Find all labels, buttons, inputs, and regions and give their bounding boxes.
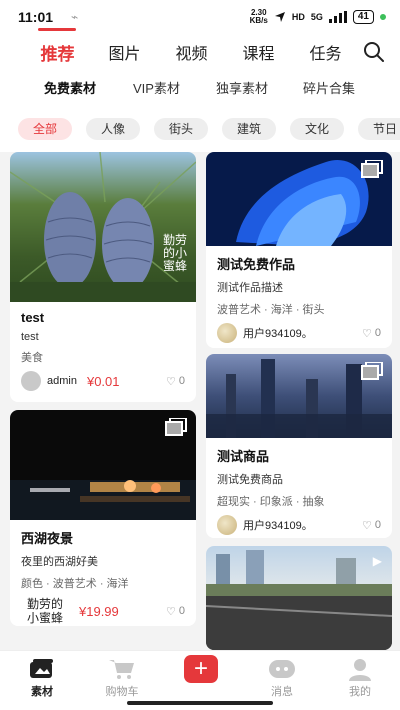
heart-icon: ♡: [362, 519, 372, 532]
card-price: ¥19.99: [79, 603, 119, 619]
signal-icon: [328, 11, 347, 23]
user-name[interactable]: 勤劳的 小蜜蜂: [21, 597, 69, 625]
tab-tasks[interactable]: 任务: [298, 40, 353, 65]
card-image: ▶: [206, 546, 392, 650]
nav-material-label: 素材: [31, 686, 53, 698]
location-icon: [274, 12, 285, 22]
city-skyline-image: [206, 550, 392, 650]
feed-card[interactable]: 西湖夜景 夜里的西湖好美 颜色 · 波普艺术 · 海洋 勤劳的 小蜜蜂 ¥19.…: [10, 410, 196, 626]
nav-profile-label: 我的: [349, 686, 371, 698]
like-button[interactable]: ♡ 0: [362, 327, 381, 340]
hd-icon: HD: [291, 12, 305, 22]
card-desc: test: [21, 331, 39, 343]
content-feed[interactable]: 勤劳的小蜜蜂 test test 美食 admin ¥0.01 ♡ 0 测试免费…: [0, 152, 400, 650]
multi-image-icon: [361, 362, 383, 380]
tab-videos[interactable]: 视频: [164, 40, 219, 65]
chip-architecture[interactable]: 建筑: [222, 118, 276, 140]
feed-card[interactable]: 测试商品 测试免费商品 超现实 · 印象派 · 抽象 用户934109。 ♡ 0: [206, 354, 392, 538]
main-tabs: 推荐 图片 视频 课程 任务: [0, 38, 400, 66]
card-tags: 美食: [21, 352, 43, 364]
card-title: 测试商品: [217, 449, 270, 464]
chip-street[interactable]: 街头: [154, 118, 208, 140]
card-title: test: [21, 310, 45, 325]
chip-portrait[interactable]: 人像: [86, 118, 140, 140]
card-desc: 测试免费商品: [217, 474, 283, 486]
subtab-vip[interactable]: VIP素材: [133, 78, 180, 97]
privacy-dot-icon: [380, 14, 386, 20]
card-title: 测试免费作品: [217, 257, 296, 272]
subtab-fragments[interactable]: 碎片合集: [303, 78, 355, 97]
nav-profile[interactable]: 我的: [330, 657, 390, 699]
card-image: [206, 354, 392, 438]
nav-cart-label: 购物车: [105, 686, 139, 698]
plus-icon: +: [193, 655, 208, 682]
pine-cones-image: [10, 152, 196, 302]
nav-material[interactable]: 素材: [12, 657, 72, 699]
card-tags: 颜色 · 波普艺术 · 海洋: [21, 578, 129, 590]
sub-tabs: 免费素材 VIP素材 独享素材 碎片合集: [0, 78, 400, 100]
heart-icon: ♡: [166, 605, 176, 618]
card-image: [206, 152, 392, 246]
card-title: 西湖夜景: [21, 531, 74, 546]
like-button[interactable]: ♡ 0: [166, 375, 185, 388]
heart-icon: ♡: [166, 375, 176, 388]
user-name[interactable]: admin: [47, 375, 77, 387]
notification-icon: ⌁: [71, 10, 79, 24]
card-desc: 夜里的西湖好美: [21, 556, 98, 568]
avatar[interactable]: [217, 515, 237, 535]
chip-culture[interactable]: 文化: [290, 118, 344, 140]
network-type: 5G: [310, 12, 323, 22]
active-tab-indicator: [38, 28, 76, 31]
net-speed-unit: KB/s: [249, 16, 268, 25]
image-caption-overlay: 勤劳的小蜜蜂: [162, 233, 187, 273]
search-icon[interactable]: [362, 40, 386, 64]
user-name-line1: 勤劳的: [26, 597, 63, 611]
card-image: 勤劳的小蜜蜂: [10, 152, 196, 302]
avatar[interactable]: [21, 371, 41, 391]
card-desc: 测试作品描述: [217, 282, 283, 294]
card-tags: 波普艺术 · 海洋 · 街头: [217, 304, 325, 316]
chip-all[interactable]: 全部: [18, 118, 72, 140]
tab-recommend[interactable]: 推荐: [30, 40, 85, 65]
like-count: 0: [178, 375, 185, 387]
material-icon: [30, 659, 53, 678]
like-count: 0: [178, 605, 185, 617]
chip-festival[interactable]: 节日: [358, 118, 400, 140]
like-count: 0: [374, 519, 381, 531]
feed-card[interactable]: 勤劳的小蜜蜂 test test 美食 admin ¥0.01 ♡ 0: [10, 152, 196, 402]
card-price: ¥0.01: [86, 373, 120, 389]
cart-icon: [109, 660, 134, 679]
tab-images[interactable]: 图片: [97, 40, 152, 65]
heart-icon: ♡: [362, 327, 372, 340]
subtab-free[interactable]: 免费素材: [44, 78, 96, 97]
profile-icon: [349, 659, 371, 681]
video-play-icon: ▶: [372, 554, 382, 568]
net-speed: 2.30 KB/s: [250, 9, 268, 25]
multi-image-icon: [361, 160, 383, 178]
card-tags: 超现实 · 印象派 · 抽象: [217, 496, 325, 508]
multi-image-icon: [165, 418, 187, 436]
user-name[interactable]: 用户934109。: [243, 325, 313, 341]
category-chips: 全部 人像 街头 建筑 文化 节日: [0, 118, 400, 142]
status-indicators: 2.30 KB/s HD 5G 41: [250, 9, 386, 25]
message-icon: [269, 660, 295, 678]
like-button[interactable]: ♡ 0: [362, 519, 381, 532]
like-count: 0: [374, 327, 381, 339]
tab-courses[interactable]: 课程: [231, 40, 286, 65]
home-indicator: [127, 701, 273, 705]
feed-card[interactable]: 测试免费作品 测试作品描述 波普艺术 · 海洋 · 街头 用户934109。 ♡…: [206, 152, 392, 348]
battery-indicator: 41: [352, 10, 374, 24]
user-name-line2: 小蜜蜂: [26, 611, 63, 625]
subtab-exclusive[interactable]: 独享素材: [216, 78, 268, 97]
status-time: 11:01: [18, 9, 54, 25]
nav-cart[interactable]: 购物车: [92, 657, 152, 699]
nav-messages[interactable]: 消息: [252, 657, 312, 699]
user-name[interactable]: 用户934109。: [243, 517, 313, 533]
publish-button[interactable]: +: [184, 655, 218, 683]
avatar[interactable]: [217, 323, 237, 343]
feed-card[interactable]: ▶: [206, 546, 392, 650]
card-image: [10, 410, 196, 520]
nav-messages-label: 消息: [271, 686, 293, 698]
like-button[interactable]: ♡ 0: [166, 605, 185, 618]
